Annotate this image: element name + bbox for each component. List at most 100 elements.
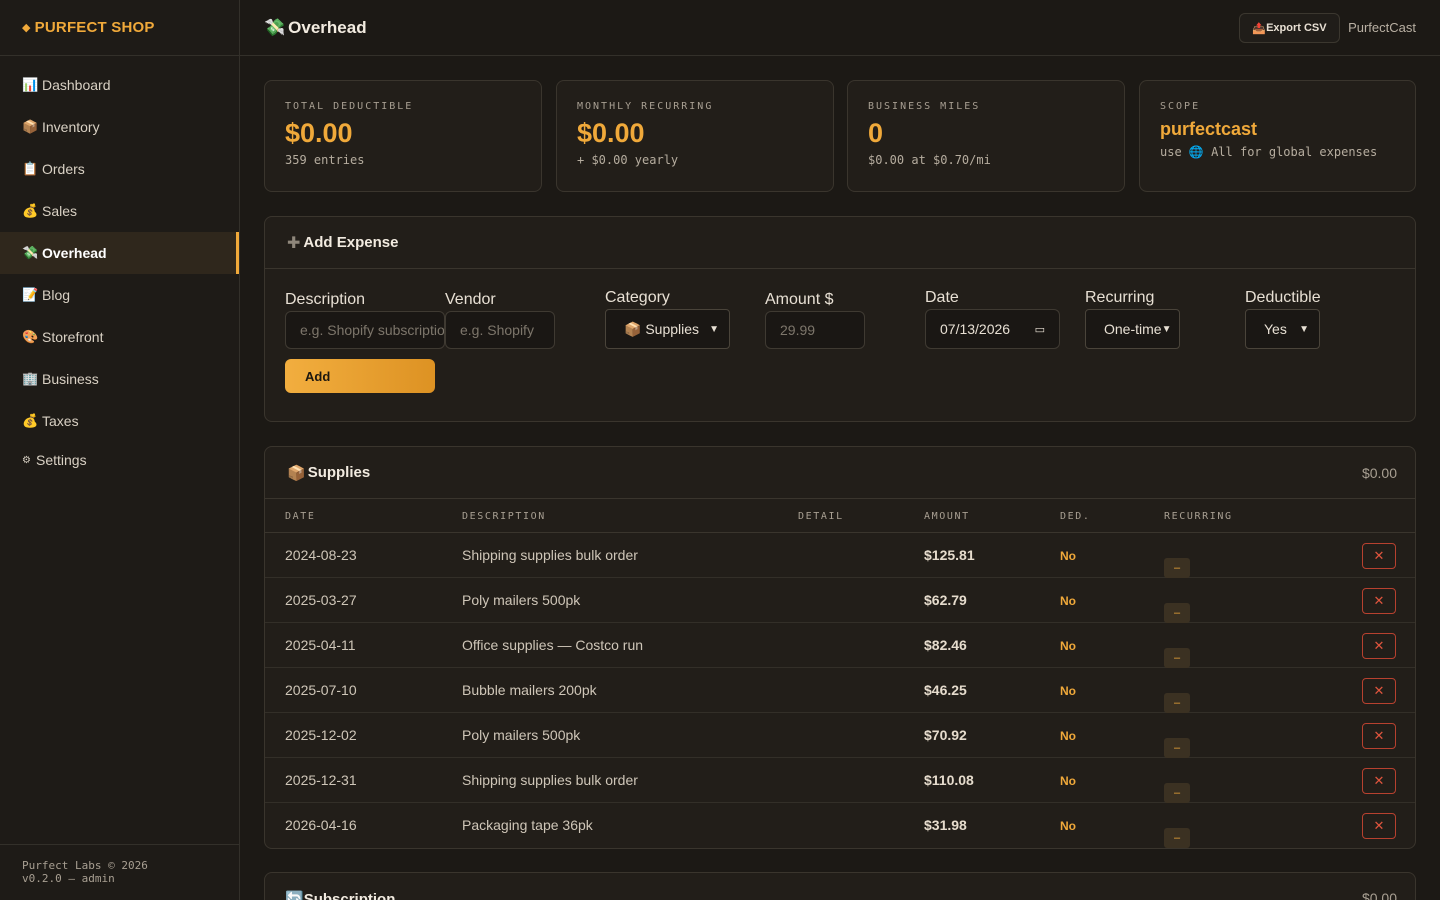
refresh-icon: 🔄 [285,891,304,900]
memo-icon: 📝 [22,287,39,302]
recurring-label: Recurring [1085,289,1155,306]
delete-row-button[interactable]: ✕ [1362,588,1396,614]
sidebar-item-label: Blog [42,287,71,303]
sidebar: ◆ PURFECT SHOP 📊 Dashboard 📦 Inventory 📋… [0,0,240,900]
supplies-title: Supplies [307,464,371,481]
scope-value: purfectcast [1160,119,1258,139]
row-deductible: No [1060,774,1076,788]
row-date: 2025-03-27 [285,592,357,608]
row-deductible: No [1060,684,1076,698]
chart-icon: 📊 [22,77,39,92]
sidebar-item-storefront[interactable]: 🎨 Storefront [0,316,239,358]
sidebar-item-inventory[interactable]: 📦 Inventory [0,106,239,148]
delete-row-button[interactable]: ✕ [1362,678,1396,704]
stat-sub: 359 entries [285,153,365,167]
vendor-input[interactable]: e.g. Shopify [445,311,555,349]
sidebar-item-label: Inventory [42,119,100,135]
add-expense-panel: ✚ Add Expense Description e.g. Shopify su… [264,216,1416,422]
sidebar-item-label: Sales [42,203,78,219]
date-input[interactable]: 07/13/2026 ▭ [925,309,1060,349]
sidebar-item-sales[interactable]: 💰 Sales [0,190,239,232]
add-expense-button[interactable]: Add [285,359,435,393]
palette-icon: 🎨 [22,329,39,344]
row-description: Shipping supplies bulk order [462,547,638,563]
footer-copyright: Purfect Labs © 2026 [22,859,148,872]
delete-row-button[interactable]: ✕ [1362,633,1396,659]
vendor-field: Vendor e.g. Shopify [445,291,555,349]
column-header-recurring[interactable]: RECURRING [1164,511,1233,522]
recurring-badge: – [1164,738,1190,758]
row-deductible: No [1060,549,1076,563]
column-header-detail[interactable]: DETAIL [798,511,844,522]
delete-row-button[interactable]: ✕ [1362,813,1396,839]
row-amount: $125.81 [924,547,975,563]
sidebar-item-overhead[interactable]: 💸 Overhead [0,232,239,274]
stat-card-scope: SCOPE purfectcast use 🌐 All for global e… [1139,80,1416,192]
column-header-amount[interactable]: AMOUNT [924,511,970,522]
gear-icon: ⚙ [22,454,31,466]
stat-sub: use 🌐 All for global expenses [1160,145,1378,159]
deductible-field: Deductible Yes ▼ [1245,289,1321,349]
column-header-description[interactable]: DESCRIPTION [462,511,546,522]
plus-icon: ✚ [287,234,301,252]
package-icon: 📦 [287,464,306,482]
deductible-label: Deductible [1245,289,1321,306]
package-icon: 📦 [22,119,39,134]
brand-name: PURFECT SHOP [34,19,155,36]
date-label: Date [925,289,959,306]
sidebar-item-taxes[interactable]: 💰 Taxes [0,400,239,442]
delete-row-button[interactable]: ✕ [1362,768,1396,794]
category-value: 📦 Supplies [624,320,700,337]
sidebar-item-settings[interactable]: ⚙ Settings [0,442,239,478]
row-date: 2024-08-23 [285,547,357,563]
category-select[interactable]: 📦 Supplies ▼ [605,309,730,349]
sidebar-item-dashboard[interactable]: 📊 Dashboard [0,64,239,106]
amount-input[interactable]: 29.99 [765,311,865,349]
row-amount: $82.46 [924,637,967,653]
row-description: Poly mailers 500pk [462,592,581,608]
export-csv-button[interactable]: 📤 Export CSV [1239,13,1340,43]
row-date: 2026-04-16 [285,817,357,833]
recurring-badge: – [1164,828,1190,848]
stat-sub: $0.00 at $0.70/mi [868,153,991,167]
chevron-down-icon: ▼ [1161,323,1172,335]
money-bag-icon: 💰 [22,413,39,428]
chevron-down-icon: ▼ [1299,323,1309,335]
export-csv-label: Export CSV [1266,22,1327,34]
page-title: 💸 Overhead [264,18,367,38]
column-header-ded[interactable]: DED. [1060,511,1090,522]
recurring-badge: – [1164,693,1190,713]
deductible-value: Yes [1264,321,1287,337]
table-row: 2025-03-27 Poly mailers 500pk $62.79 No … [265,578,1415,623]
sidebar-item-blog[interactable]: 📝 Blog [0,274,239,316]
table-row: 2024-08-23 Shipping supplies bulk order … [265,533,1415,578]
row-description: Poly mailers 500pk [462,727,581,743]
description-field: Description e.g. Shopify subscription [285,291,445,349]
table-header: DATE DESCRIPTION DETAIL AMOUNT DED. RECU… [265,499,1415,533]
chevron-down-icon: ▼ [709,323,719,335]
deductible-select[interactable]: Yes ▼ [1245,309,1320,349]
user-name[interactable]: PurfectCast [1348,20,1416,35]
description-input[interactable]: e.g. Shopify subscription [285,311,445,349]
sidebar-item-orders[interactable]: 📋 Orders [0,148,239,190]
outbox-icon: 📤 [1252,22,1267,35]
delete-row-button[interactable]: ✕ [1362,723,1396,749]
recurring-select[interactable]: One-time ▼ [1085,309,1180,349]
supplies-total: $0.00 [1361,465,1397,481]
sidebar-footer: Purfect Labs © 2026 v0.2.0 — admin [0,844,239,900]
row-date: 2025-04-11 [285,637,356,653]
delete-row-button[interactable]: ✕ [1362,543,1396,569]
page-title-text: Overhead [288,17,367,37]
sidebar-item-business[interactable]: 🏢 Business [0,358,239,400]
vendor-label: Vendor [445,291,496,308]
row-description: Shipping supplies bulk order [462,772,638,788]
stat-label: TOTAL DEDUCTIBLE [285,101,414,112]
brand-logo[interactable]: ◆ PURFECT SHOP [0,0,239,56]
stat-label: MONTHLY RECURRING [577,101,714,112]
calendar-icon[interactable]: ▭ [1035,323,1045,336]
sidebar-item-label: Taxes [42,413,79,429]
clipboard-icon: 📋 [22,161,39,176]
supplies-section: 📦 Supplies $0.00 DATE DESCRIPTION DETAIL … [264,446,1416,849]
column-header-date[interactable]: DATE [285,511,315,522]
row-deductible: No [1060,594,1076,608]
